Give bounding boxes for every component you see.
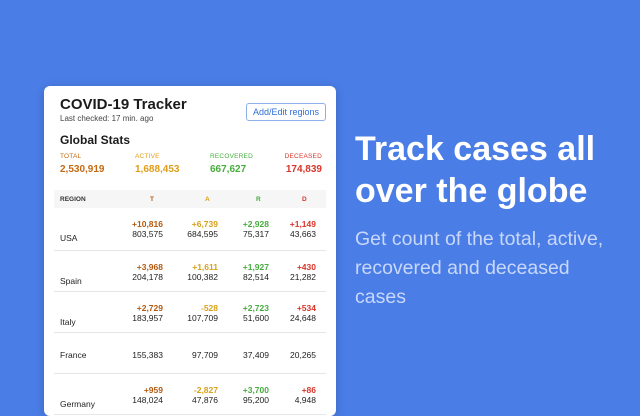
stat-active-label: ACTIVE (135, 153, 160, 160)
deceased-value: 43,663 (290, 229, 316, 239)
recovered-delta: +2,928 (242, 219, 269, 229)
region-table: USA +10,816 803,575 +6,739 684,595 +2,928 7… (54, 208, 326, 415)
stat-total: TOTAL 2,530,919 (60, 153, 105, 175)
table-row[interactable]: Germany +959 148,024 -2,827 47,876 +3,700 9… (54, 374, 326, 415)
recovered-value: 95,200 (243, 395, 269, 405)
deceased-delta: +430 (296, 262, 316, 272)
region-name: Italy (60, 317, 76, 327)
active-value: 97,709 (192, 350, 218, 360)
column-header-region[interactable]: REGION (60, 196, 86, 203)
table-header: REGION T A R D (54, 190, 326, 208)
stat-active-value: 1,688,453 (135, 164, 180, 175)
column-header-recovered[interactable]: R (256, 196, 261, 203)
stat-recovered-value: 667,627 (210, 164, 247, 175)
region-name: Spain (60, 276, 82, 286)
total-delta: +3,968 (136, 262, 163, 272)
recovered-value: 75,317 (243, 229, 269, 239)
column-header-active[interactable]: A (205, 196, 210, 203)
region-name: USA (60, 233, 78, 243)
total-delta: +2,729 (136, 303, 163, 313)
stat-recovered: RECOVERED 667,627 (210, 153, 253, 175)
table-row[interactable]: Italy +2,729 183,957 -528 107,709 +2,723 51… (54, 292, 326, 333)
deceased-delta: +86 (301, 385, 316, 395)
promo-headline: Track cases all over the globe (355, 130, 596, 210)
region-name: Germany (60, 399, 95, 409)
tracker-card: COVID-19 Tracker Last checked: 17 min. a… (44, 86, 336, 416)
promo-description: Get count of the total, active, recovere… (355, 228, 604, 308)
global-stats: TOTAL 2,530,919 ACTIVE 1,688,453 RECOVER… (60, 153, 322, 181)
total-value: 155,383 (132, 350, 163, 360)
active-delta: +6,739 (191, 219, 218, 229)
region-name: France (60, 350, 87, 360)
table-row[interactable]: Spain +3,968 204,178 +1,611 100,382 +1,927… (54, 251, 326, 292)
stat-total-value: 2,530,919 (60, 164, 105, 175)
total-delta: +959 (143, 385, 163, 395)
stat-deceased: DECEASED 174,839 (285, 153, 322, 175)
column-header-deceased[interactable]: D (302, 196, 307, 203)
deceased-delta: +1,149 (289, 219, 316, 229)
last-checked-text: Last checked: 17 min. ago (60, 114, 154, 123)
active-delta: -2,827 (193, 385, 218, 395)
stat-deceased-value: 174,839 (285, 164, 322, 175)
recovered-delta: +1,927 (242, 262, 269, 272)
recovered-value: 37,409 (243, 350, 269, 360)
total-delta: +10,816 (132, 219, 163, 229)
total-value: 183,957 (132, 313, 163, 323)
add-edit-regions-button[interactable]: Add/Edit regions (245, 103, 326, 121)
app-title: COVID-19 Tracker (60, 96, 187, 113)
active-delta: -528 (200, 303, 218, 313)
deceased-value: 20,265 (290, 350, 316, 360)
active-value: 100,382 (187, 272, 218, 282)
active-value: 684,595 (187, 229, 218, 239)
deceased-value: 4,948 (294, 395, 316, 405)
total-value: 803,575 (132, 229, 163, 239)
deceased-value: 24,648 (290, 313, 316, 323)
active-value: 47,876 (192, 395, 218, 405)
deceased-value: 21,282 (290, 272, 316, 282)
recovered-delta: +3,700 (242, 385, 269, 395)
table-row[interactable]: France 155,383 97,709 37,409 20,265 (54, 333, 326, 374)
recovered-value: 82,514 (243, 272, 269, 282)
column-header-total[interactable]: T (150, 196, 154, 203)
table-row[interactable]: USA +10,816 803,575 +6,739 684,595 +2,928 7… (54, 208, 326, 251)
stat-active: ACTIVE 1,688,453 (135, 153, 180, 175)
stat-deceased-label: DECEASED (284, 153, 322, 160)
recovered-delta: +2,723 (242, 303, 269, 313)
active-value: 107,709 (187, 313, 218, 323)
total-value: 204,178 (132, 272, 163, 282)
stat-recovered-label: RECOVERED (210, 153, 253, 160)
active-delta: +1,611 (192, 262, 218, 272)
total-value: 148,024 (132, 395, 163, 405)
stat-total-label: TOTAL (60, 153, 82, 160)
deceased-delta: +534 (296, 303, 316, 313)
recovered-value: 51,600 (243, 313, 269, 323)
global-stats-heading: Global Stats (60, 133, 131, 147)
